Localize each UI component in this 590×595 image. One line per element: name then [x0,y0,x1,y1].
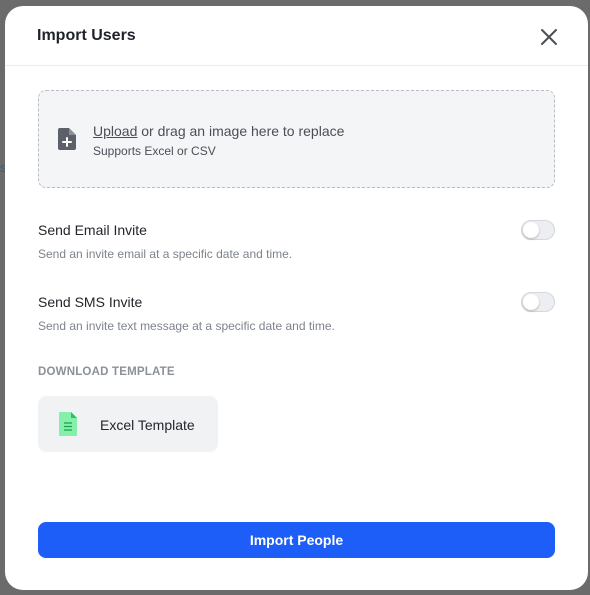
close-button[interactable] [538,26,560,48]
import-users-modal: Import Users Upload or drag an image her… [5,6,588,590]
sms-invite-description: Send an invite text message at a specifi… [38,319,335,333]
import-people-button[interactable]: Import People [38,522,555,558]
modal-title: Import Users [37,27,136,44]
modal-header: Import Users [5,6,588,66]
toggle-knob [523,222,539,238]
dropzone-subtext: Supports Excel or CSV [93,144,216,158]
download-template-label: DOWNLOAD TEMPLATE [38,366,175,378]
sms-invite-toggle[interactable] [521,292,555,312]
excel-template-card[interactable]: Excel Template [38,396,218,452]
dropzone-text: or drag an image here to replace [137,123,345,139]
template-label: Excel Template [100,417,195,433]
upload-link[interactable]: Upload [93,123,137,139]
dropzone-instructions: Upload or drag an image here to replace [93,123,344,139]
toggle-knob [523,294,539,310]
file-upload-dropzone[interactable]: Upload or drag an image here to replace … [38,90,555,188]
email-invite-toggle[interactable] [521,220,555,240]
close-icon [541,29,557,45]
file-add-icon [58,128,76,150]
sms-invite-title: Send SMS Invite [38,294,143,310]
email-invite-description: Send an invite email at a specific date … [38,247,293,261]
email-invite-title: Send Email Invite [38,222,147,238]
spreadsheet-file-icon [59,412,77,436]
